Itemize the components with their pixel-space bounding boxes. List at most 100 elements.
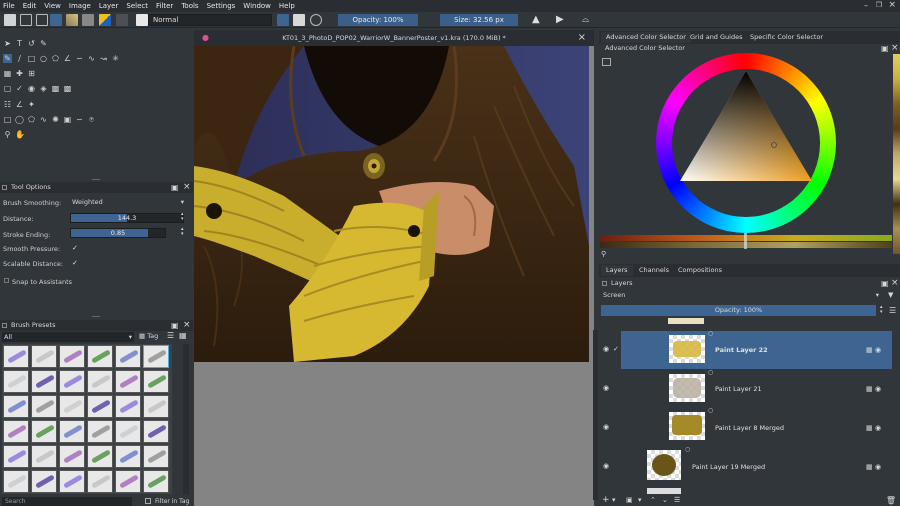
polygon-tool-icon[interactable]: ⬠ (51, 54, 60, 63)
bezier-tool-icon[interactable]: ∽ (75, 54, 84, 63)
close-panel-icon-3[interactable]: × (891, 43, 899, 53)
measure-tool-icon[interactable]: ∠ (15, 100, 24, 109)
crop-icon[interactable]: ⌓ (582, 14, 594, 26)
contiguous-select-icon[interactable]: ✺ (51, 115, 60, 124)
tab-channels[interactable]: Channels (634, 265, 674, 276)
brush-preset-thumbnail[interactable] (3, 470, 29, 493)
saturation-value-triangle[interactable] (656, 53, 836, 233)
close-document-icon[interactable]: × (578, 30, 586, 46)
layer-visible-icon[interactable]: ◉ (875, 463, 881, 471)
visibility-eye-icon[interactable]: ◉ (603, 423, 609, 431)
splitter-handle[interactable] (92, 179, 100, 180)
brush-preset-thumbnail[interactable] (115, 395, 141, 418)
brush-preset-thumbnail[interactable] (143, 345, 169, 368)
refresh-icon[interactable] (310, 14, 322, 26)
brush-preset-thumbnail[interactable] (115, 470, 141, 493)
stroke-ending-stepper[interactable]: ▴ ▾ (181, 227, 184, 237)
restore-icon[interactable]: ❐ (876, 1, 882, 9)
brush-preset-thumbnail[interactable] (87, 420, 113, 443)
eyedropper-icon[interactable]: ⚲ (601, 250, 606, 258)
move-layer-down-icon[interactable]: ⌄ (662, 496, 668, 504)
layer-properties-icon[interactable]: ☰ (674, 496, 680, 504)
brush-preset-thumbnail[interactable] (31, 345, 57, 368)
visibility-eye-icon[interactable]: ◉ (603, 462, 609, 470)
tab-specific-color-selector[interactable]: Specific Color Selector (745, 32, 828, 43)
brush-editor-icon[interactable] (50, 14, 62, 26)
brush-preset-thumbnail[interactable] (143, 445, 169, 468)
calligraphy-icon[interactable]: ✎ (39, 39, 48, 48)
menu-window[interactable]: Window (243, 2, 271, 10)
brush-preset-thumbnail[interactable] (87, 345, 113, 368)
close-panel-icon-2[interactable]: × (183, 320, 191, 330)
reset-colors-icon[interactable] (116, 14, 128, 26)
distance-slider[interactable]: 144.3 (70, 213, 184, 223)
close-icon[interactable]: × (888, 0, 896, 10)
delete-layer-icon[interactable]: 🗑 (886, 496, 896, 505)
brush-preset-thumbnail[interactable] (143, 370, 169, 393)
mirror-vertical-icon[interactable]: ▶ (556, 14, 568, 26)
freehand-brush-icon[interactable]: ✎ (3, 54, 12, 63)
brush-preset-thumbnail[interactable] (59, 370, 85, 393)
menu-image[interactable]: Image (69, 2, 91, 10)
brush-preset-thumbnail[interactable] (143, 470, 169, 493)
magnetic-select-icon[interactable]: ⍟ (87, 115, 96, 124)
layer-selected-check[interactable]: ✓ (613, 345, 619, 353)
color-palette-strip[interactable] (893, 54, 900, 254)
grid-view-icon[interactable]: ▦ (179, 331, 187, 340)
assistant-tool-icon[interactable]: ☷ (3, 100, 12, 109)
move-layer-up-icon[interactable]: ⌃ (650, 496, 656, 504)
layer-visible-icon[interactable]: ◉ (875, 424, 881, 432)
close-panel-icon[interactable]: × (183, 182, 191, 192)
brush-preset-thumbnail[interactable] (3, 420, 29, 443)
open-document-icon[interactable] (20, 14, 32, 26)
tab-grid-and-guides[interactable]: Grid and Guides (685, 32, 747, 43)
brush-preset-thumbnail[interactable] (59, 395, 85, 418)
layer-blend-mode-select[interactable]: Screen ▾ (601, 290, 881, 300)
brush-preset-thumbnail[interactable] (3, 395, 29, 418)
brush-preset-thumbnail[interactable] (115, 445, 141, 468)
brush-preset-thumbnail[interactable] (143, 420, 169, 443)
colorize-mask-icon[interactable]: ◉ (27, 84, 36, 93)
pattern-icon[interactable] (66, 14, 78, 26)
brush-preset-thumbnail[interactable] (31, 395, 57, 418)
minimize-icon[interactable]: – (864, 1, 868, 10)
brush-preset-thumbnail[interactable] (87, 470, 113, 493)
filter-in-tag-checkbox[interactable] (145, 498, 151, 504)
transform-tool-icon[interactable]: ⊞ (27, 69, 36, 78)
ellipse-select-icon[interactable]: ◯ (15, 115, 24, 124)
similar-select-icon[interactable]: ▣ (63, 115, 72, 124)
layer-opacity-stepper[interactable]: ▴ ▾ (880, 305, 883, 315)
save-icon[interactable] (36, 14, 48, 26)
panel-lock-icon-2[interactable] (2, 323, 7, 328)
layer-alpha-lock-icon[interactable]: ▦ (866, 346, 873, 354)
brush-preset-thumbnail[interactable] (31, 370, 57, 393)
fill-tool-icon[interactable]: ▩ (51, 84, 60, 93)
dynamic-brush-icon[interactable]: ↝ (99, 54, 108, 63)
edit-shapes-icon[interactable]: ↺ (27, 39, 36, 48)
freehand-select-icon[interactable]: ∿ (39, 115, 48, 124)
select-shapes-icon[interactable]: ➤ (3, 39, 12, 48)
brush-search-input[interactable]: Search (2, 497, 132, 506)
enclose-fill-icon[interactable]: ▩ (63, 84, 72, 93)
brush-preset-thumbnail[interactable] (87, 445, 113, 468)
layer-visible-icon[interactable]: ◉ (875, 346, 881, 354)
tag-button[interactable]: ▦ Tag (139, 332, 158, 340)
gradient-tool-icon[interactable]: ▢ (3, 84, 12, 93)
snap-assistants-checkbox[interactable] (4, 278, 9, 283)
brush-preset-thumbnail[interactable] (87, 370, 113, 393)
multibrush-icon[interactable]: ✳ (111, 54, 120, 63)
brush-preset-thumbnail[interactable] (31, 420, 57, 443)
rectangle-tool-icon[interactable]: □ (27, 54, 36, 63)
ellipse-tool-icon[interactable]: ○ (39, 54, 48, 63)
splitter-handle-2[interactable] (92, 316, 100, 317)
zoom-tool-icon[interactable]: ⚲ (3, 130, 12, 139)
brush-preset-thumbnail[interactable] (31, 470, 57, 493)
color-picker-icon[interactable]: ✓ (15, 84, 24, 93)
brush-preset-thumbnail[interactable] (115, 420, 141, 443)
artwork-image[interactable] (194, 46, 589, 362)
crop-tool-icon[interactable]: ▦ (3, 69, 12, 78)
brush-preset-thumbnail[interactable] (3, 445, 29, 468)
duplicate-layer-icon[interactable]: ▣ (626, 496, 633, 504)
smart-patch-icon[interactable]: ◈ (39, 84, 48, 93)
menu-layer[interactable]: Layer (99, 2, 119, 10)
